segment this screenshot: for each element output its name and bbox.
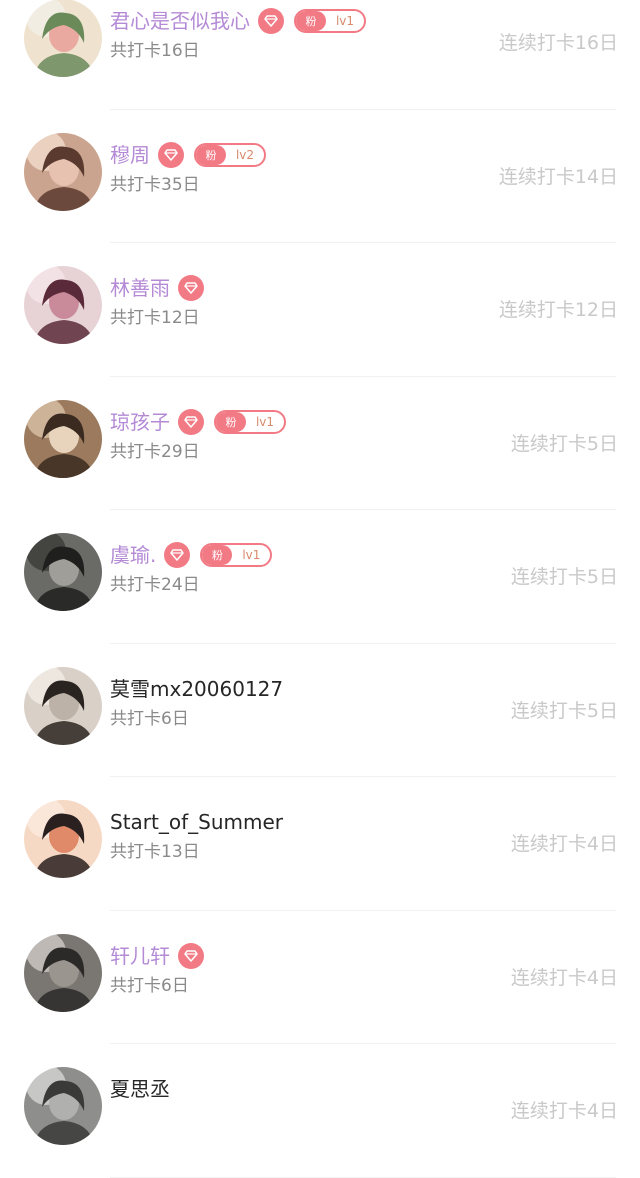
streak-checkin-count: 连续打卡16日 [498, 32, 618, 54]
fan-level-badge: 粉 lv1 [294, 9, 366, 33]
avatar[interactable] [24, 0, 102, 77]
list-item[interactable]: 夏思丞连续打卡4日 [0, 1044, 640, 1178]
user-name[interactable]: 君心是否似我心 [110, 6, 250, 36]
diamond-vip-icon [178, 408, 204, 435]
user-name[interactable]: 夏思丞 [110, 1074, 170, 1104]
list-item[interactable]: 虞瑜. 粉 lv1 共打卡24日 连续打卡5日 [0, 510, 640, 644]
avatar[interactable] [24, 266, 102, 344]
streak-checkin-count: 连续打卡5日 [510, 699, 618, 722]
avatar[interactable] [24, 533, 102, 611]
streak-checkin-count: 连续打卡12日 [498, 299, 618, 321]
user-name[interactable]: 林善雨 [110, 273, 170, 303]
diamond-vip-icon [258, 8, 284, 34]
fan-level-badge: 粉 lv1 [214, 409, 286, 434]
user-name[interactable]: 虞瑜. [110, 540, 156, 570]
fan-badge-label: 粉 [296, 11, 326, 31]
user-name[interactable]: 穆周 [110, 140, 150, 170]
fan-level-badge: 粉 lv2 [194, 142, 266, 167]
avatar-cartoon-icon [24, 800, 102, 878]
list-item[interactable]: 琼孩子粉 lv1 共打卡29日 连续打卡5日 [0, 377, 640, 510]
fan-badge-level: lv1 [255, 414, 275, 429]
diamond-vip-icon [158, 141, 184, 168]
avatar[interactable] [24, 933, 102, 1012]
list-item[interactable]: 莫雪mx20060127 共打卡6日 连续打卡5日 [0, 644, 640, 777]
fan-badge-level: lv1 [335, 14, 355, 28]
avatar-photo-icon [24, 399, 102, 478]
fan-badge-level: lv1 [242, 548, 261, 562]
avatar[interactable] [24, 800, 102, 878]
avatar-photo-icon [24, 1067, 102, 1145]
avatar[interactable] [24, 1067, 102, 1145]
avatar[interactable] [24, 132, 102, 211]
avatar-photo-icon [24, 132, 102, 211]
avatar-photo-icon [24, 933, 102, 1012]
list-item[interactable]: 君心是否似我心粉 lv1 共打卡16日 连续打卡16日 [0, 0, 640, 110]
avatar[interactable] [24, 399, 102, 478]
avatar-photo-icon [24, 266, 102, 344]
diamond-vip-icon [164, 542, 191, 568]
list-item[interactable]: 穆周粉 lv2 共打卡35日 连续打卡14日 [0, 110, 640, 243]
avatar-moomin-icon [24, 0, 102, 77]
checkin-user-list: 君心是否似我心粉 lv1 共打卡16日 连续打卡16日 穆周粉 lv2 共打卡35日 连续打卡… [0, 0, 640, 1178]
user-name[interactable]: 琼孩子 [110, 407, 170, 437]
list-item[interactable]: Start_of_Summer 共打卡13日 连续打卡4日 [0, 777, 640, 911]
streak-checkin-count: 连续打卡5日 [510, 432, 618, 455]
streak-checkin-count: 连续打卡14日 [498, 165, 618, 188]
list-item[interactable]: 轩儿轩 共打卡6日 连续打卡4日 [0, 911, 640, 1044]
user-name[interactable]: 轩儿轩 [110, 941, 170, 971]
streak-checkin-count: 连续打卡5日 [510, 566, 618, 588]
streak-checkin-count: 连续打卡4日 [510, 833, 618, 855]
list-item[interactable]: 林善雨 共打卡12日 连续打卡12日 [0, 243, 640, 377]
diamond-vip-icon [178, 942, 204, 969]
user-name[interactable]: 莫雪mx20060127 [110, 674, 283, 704]
fan-badge-label: 粉 [216, 411, 246, 432]
diamond-vip-icon [178, 275, 204, 301]
avatar-photo-icon [24, 533, 102, 611]
streak-checkin-count: 连续打卡4日 [510, 1100, 618, 1122]
fan-badge-level: lv2 [235, 147, 255, 162]
streak-checkin-count: 连续打卡4日 [510, 966, 618, 989]
fan-level-badge: 粉 lv1 [200, 543, 273, 567]
fan-badge-label: 粉 [202, 545, 233, 565]
fan-badge-label: 粉 [196, 144, 226, 165]
avatar[interactable] [24, 666, 102, 745]
row-divider [110, 1176, 616, 1178]
user-name[interactable]: Start_of_Summer [110, 807, 283, 837]
avatar-photo-icon [24, 666, 102, 745]
